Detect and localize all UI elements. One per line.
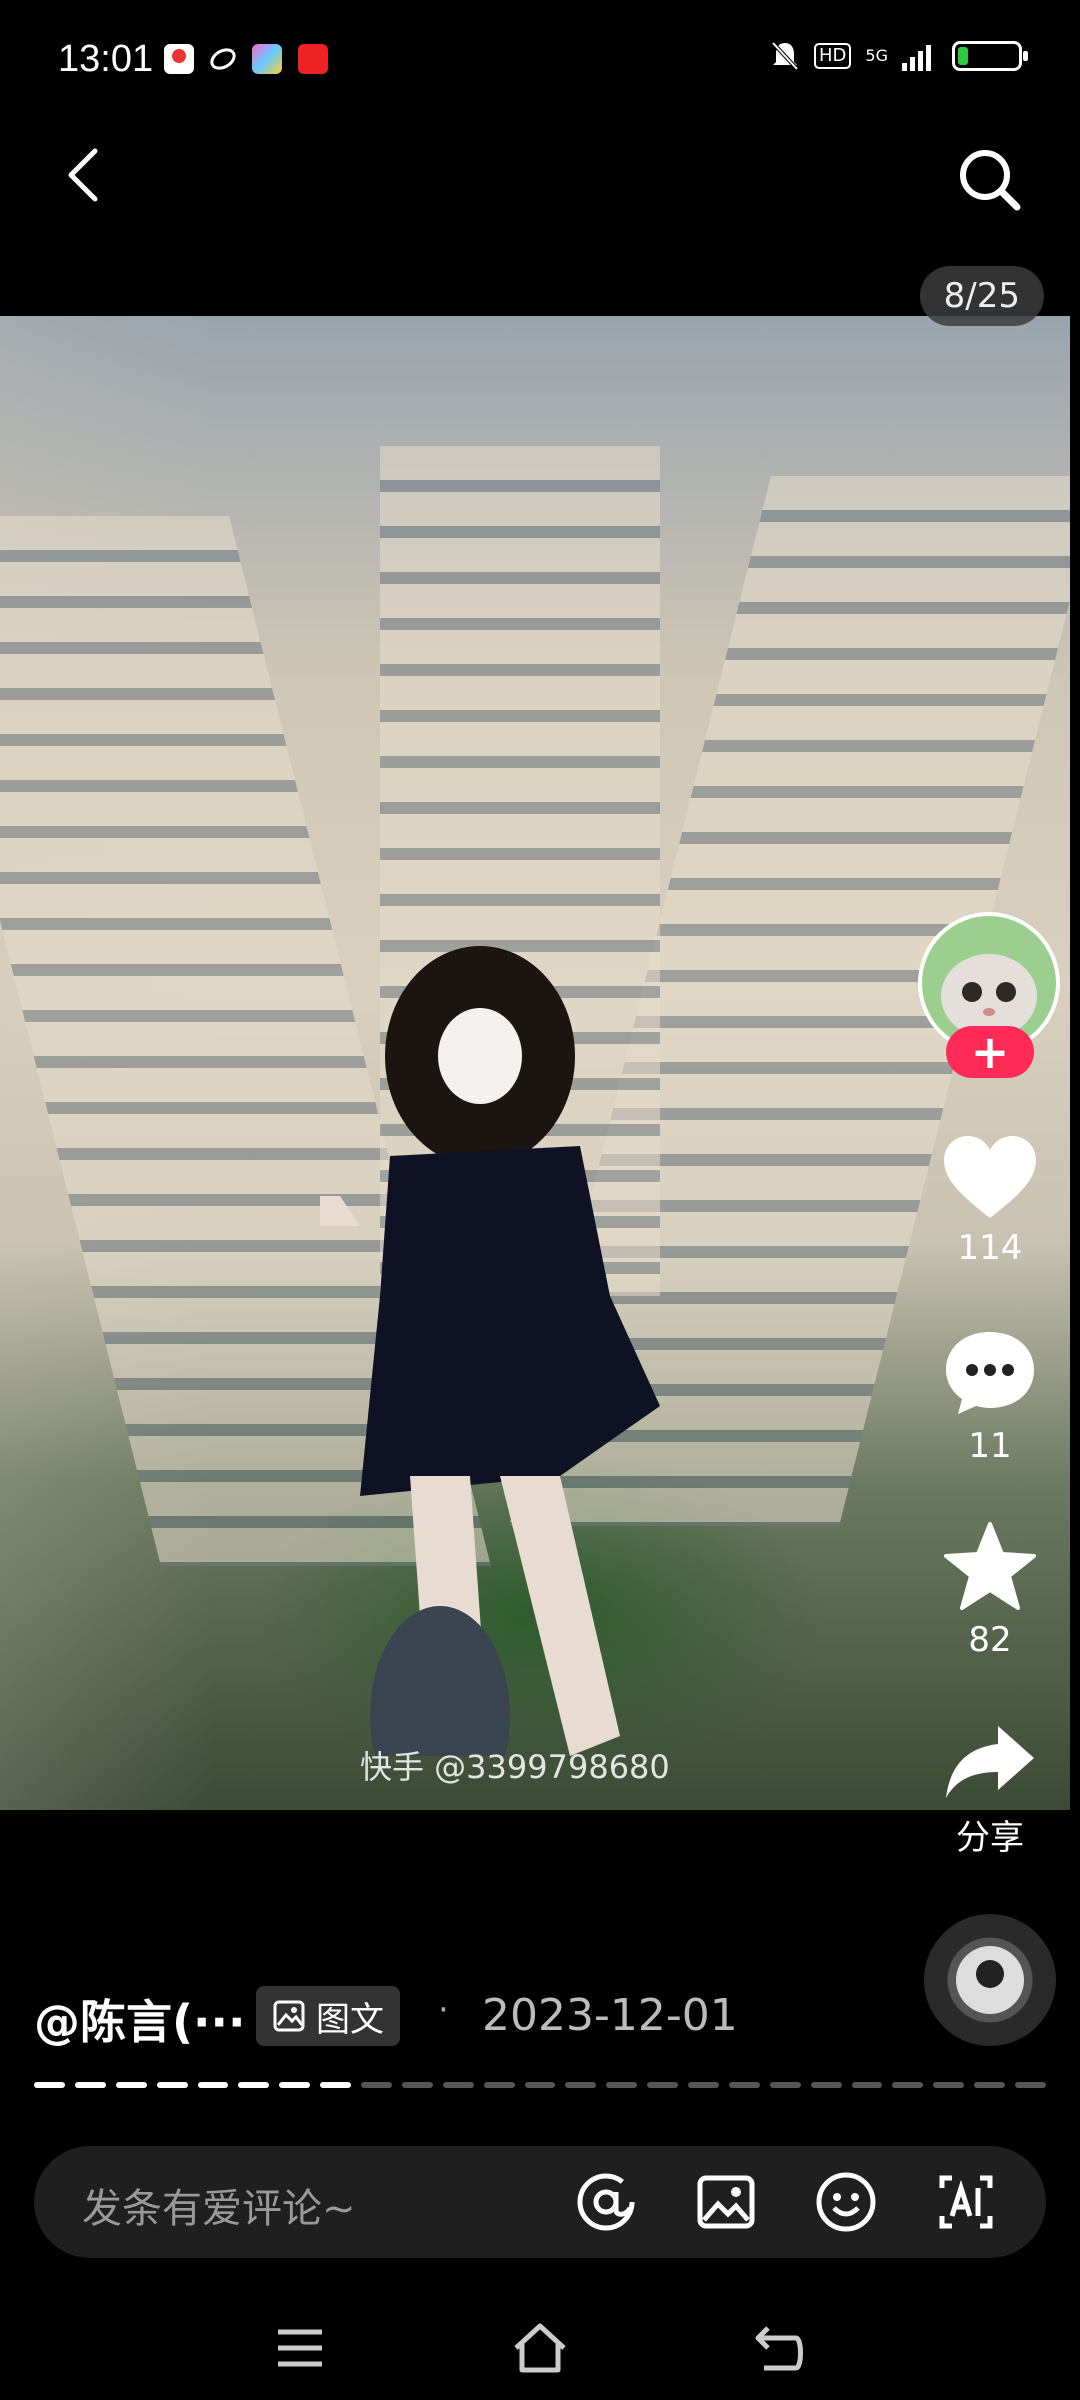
- progress-dash: [483, 2082, 515, 2088]
- system-nav-bar: [0, 2300, 1080, 2400]
- progress-dash: [769, 2082, 801, 2088]
- post-type-tag[interactable]: 图文: [256, 1986, 400, 2046]
- follow-button[interactable]: +: [946, 1025, 1034, 1079]
- progress-dash: [810, 2082, 842, 2088]
- comment-input[interactable]: 发条有爱评论~: [82, 2176, 356, 2234]
- photo-person: [320, 946, 660, 1756]
- comment-bubble-icon: [946, 1332, 1034, 1414]
- progress-dash: [74, 2082, 106, 2088]
- news-notification-icon: [298, 44, 328, 74]
- progress-dash: [442, 2082, 474, 2088]
- photo-counter: 8/25: [919, 266, 1044, 326]
- favorite-count: 82: [968, 1620, 1012, 1660]
- heart-icon: [944, 1136, 1036, 1218]
- progress-dash: [1015, 2082, 1046, 2088]
- progress-dash: [156, 2082, 188, 2088]
- progress-dash: [647, 2082, 678, 2088]
- progress-dash: [524, 2082, 556, 2088]
- progress-dash: [34, 2082, 65, 2088]
- post-photo[interactable]: [0, 316, 1070, 1810]
- separator-dot: ·: [438, 1990, 449, 2030]
- battery-icon: [952, 41, 1028, 71]
- ai-icon[interactable]: [934, 2170, 998, 2234]
- mute-bell-icon: [771, 41, 799, 71]
- app-notification-icon: [208, 44, 238, 74]
- music-cover-icon: [956, 1946, 1024, 2014]
- back-nav-icon[interactable]: [750, 2318, 810, 2378]
- comment-count: 11: [968, 1426, 1012, 1466]
- photo-progress: [34, 2082, 1046, 2090]
- progress-dash: [361, 2082, 392, 2088]
- image-icon[interactable]: [694, 2170, 758, 2234]
- search-button[interactable]: [955, 145, 1025, 215]
- menu-icon[interactable]: [270, 2318, 330, 2378]
- back-button[interactable]: [55, 145, 115, 205]
- status-indicators: HD 5G: [770, 40, 1028, 72]
- star-icon: [944, 1522, 1036, 1610]
- progress-dash: [728, 2082, 760, 2088]
- battery-level: [958, 47, 969, 65]
- game-notification-icon: [252, 44, 282, 74]
- share-label: 分享: [956, 1818, 1024, 1858]
- home-icon[interactable]: [510, 2318, 570, 2378]
- image-text-icon: [273, 2000, 305, 2032]
- network-label: 5G: [865, 46, 888, 65]
- progress-dash: [115, 2082, 147, 2088]
- map-notification-icon: [164, 44, 194, 74]
- share-action[interactable]: 分享: [930, 1722, 1050, 1859]
- progress-dash: [279, 2082, 311, 2088]
- comment-action[interactable]: 11: [930, 1328, 1050, 1466]
- progress-dash: [851, 2082, 883, 2088]
- comment-bar[interactable]: 发条有爱评论~: [34, 2146, 1046, 2258]
- like-action[interactable]: 114: [930, 1134, 1050, 1268]
- photo-watermark: 快手 @3399798680: [360, 1748, 670, 1786]
- progress-dash: [606, 2082, 638, 2088]
- progress-dash: [974, 2082, 1005, 2088]
- emoji-icon[interactable]: [814, 2170, 878, 2234]
- signal-icon: [902, 45, 931, 71]
- progress-dash: [933, 2082, 965, 2088]
- like-count: 114: [957, 1228, 1023, 1268]
- post-date: 2023-12-01: [482, 1990, 738, 2041]
- progress-dash: [892, 2082, 924, 2088]
- hd-badge: HD: [814, 43, 852, 69]
- progress-dash: [401, 2082, 433, 2088]
- progress-dash: [565, 2082, 597, 2088]
- at-icon[interactable]: [574, 2170, 638, 2234]
- share-arrow-icon: [946, 1726, 1034, 1798]
- status-time: 13:01: [58, 38, 154, 80]
- music-disc-button[interactable]: [924, 1914, 1056, 2046]
- author-name[interactable]: @陈言(···: [34, 1986, 245, 2052]
- progress-dash: [320, 2082, 351, 2088]
- progress-dash: [688, 2082, 719, 2088]
- post-type-label: 图文: [316, 1999, 384, 2040]
- progress-dash: [197, 2082, 229, 2088]
- favorite-action[interactable]: 82: [930, 1520, 1050, 1660]
- status-bar: 13:01 HD 5G: [0, 0, 1080, 120]
- progress-dash: [238, 2082, 270, 2088]
